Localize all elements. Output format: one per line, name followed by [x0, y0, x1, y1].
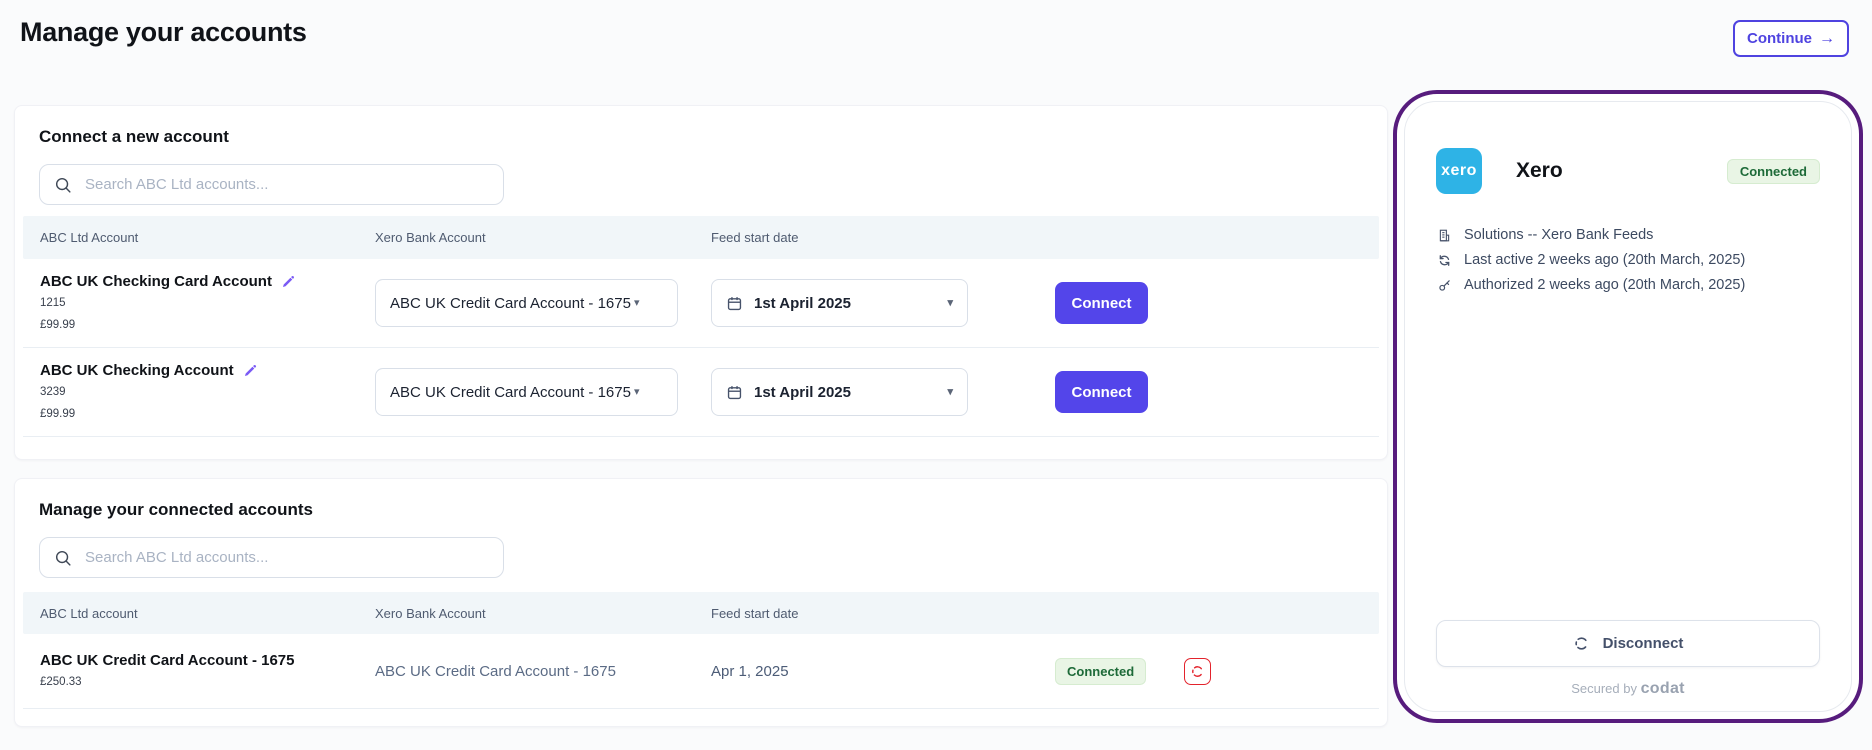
calendar-icon [726, 384, 743, 401]
status-badge: Connected [1055, 658, 1146, 685]
column-header: ABC Ltd account [40, 606, 375, 621]
continue-label: Continue [1747, 30, 1812, 47]
column-header: Feed start date [711, 606, 1047, 621]
integration-panel-highlight-ring: xero Xero Connected Solutio [1393, 90, 1863, 723]
manage-accounts-page: Manage your accounts Continue → Connect … [0, 0, 1872, 750]
building-icon [1437, 228, 1452, 243]
chevron-down-icon: ▾ [947, 298, 953, 309]
search-input[interactable] [83, 548, 489, 567]
detail-text: Last active 2 weeks ago (20th March, 202… [1464, 252, 1745, 269]
search-input[interactable] [83, 175, 489, 194]
feed-start-date-picker[interactable]: 1st April 2025 ▾ [711, 279, 968, 327]
connected-card-title: Manage your connected accounts [15, 479, 1387, 520]
account-name: ABC UK Credit Card Account - 1675 [40, 652, 295, 669]
continue-button[interactable]: Continue → [1733, 20, 1849, 57]
connected-accounts-card: Manage your connected accounts ABC Ltd a… [14, 478, 1388, 727]
codat-wordmark: codat [1641, 680, 1685, 697]
account-cell: ABC UK Credit Card Account - 1675 £250.3… [40, 652, 375, 690]
integration-details: Solutions -- Xero Bank Feeds Last active… [1436, 227, 1820, 294]
refresh-icon [1437, 253, 1452, 268]
edit-pencil-icon[interactable] [281, 275, 295, 289]
page-title: Manage your accounts [20, 17, 307, 48]
search-icon [54, 549, 72, 567]
detail-text: Authorized 2 weeks ago (20th March, 2025… [1464, 277, 1745, 294]
account-name: ABC UK Checking Account [40, 362, 234, 379]
selected-option: ABC UK Credit Card Account - 1675 [390, 384, 631, 401]
xero-logo: xero [1436, 148, 1482, 194]
feed-start-date: Apr 1, 2025 [711, 663, 1047, 680]
calendar-icon [726, 295, 743, 312]
disconnect-button[interactable]: Disconnect [1436, 620, 1820, 667]
disconnect-label: Disconnect [1603, 635, 1684, 652]
account-name: ABC UK Checking Card Account [40, 273, 272, 290]
xero-account-select[interactable]: ABC UK Credit Card Account - 1675 ▾ [375, 368, 678, 416]
feed-start-date-picker[interactable]: 1st April 2025 ▾ [711, 368, 968, 416]
column-header: Xero Bank Account [375, 606, 711, 621]
chevron-down-icon: ▾ [634, 298, 640, 309]
table-row: ABC UK Checking Account 3239 £99.99 ABC … [23, 348, 1379, 437]
selected-date: 1st April 2025 [754, 384, 851, 401]
selected-date: 1st April 2025 [754, 295, 851, 312]
integration-panel: xero Xero Connected Solutio [1404, 101, 1852, 712]
secured-by: Secured by codat [1436, 680, 1820, 698]
table-row: ABC UK Credit Card Account - 1675 £250.3… [23, 634, 1379, 709]
column-header: Xero Bank Account [375, 230, 711, 245]
account-cell: ABC UK Checking Card Account 1215 £99.99 [40, 273, 375, 332]
chevron-down-icon: ▾ [634, 387, 640, 398]
column-header: ABC Ltd Account [40, 230, 375, 245]
xero-account-name: ABC UK Credit Card Account - 1675 [375, 663, 711, 680]
search-box[interactable] [39, 537, 504, 578]
secured-by-label: Secured by [1571, 681, 1637, 696]
column-header: Feed start date [711, 230, 1047, 245]
key-icon [1437, 278, 1452, 293]
account-balance: £250.33 [40, 674, 375, 690]
status-badge: Connected [1727, 159, 1820, 184]
account-cell: ABC UK Checking Account 3239 £99.99 [40, 362, 375, 421]
broken-link-icon [1190, 664, 1205, 679]
selected-option: ABC UK Credit Card Account - 1675 [390, 295, 631, 312]
broken-link-icon [1573, 635, 1590, 652]
table-row: ABC UK Checking Card Account 1215 £99.99… [23, 259, 1379, 348]
account-number: 3239 [40, 384, 375, 400]
table-header: ABC Ltd Account Xero Bank Account Feed s… [23, 216, 1379, 259]
connect-new-account-card: Connect a new account ABC Ltd Account Xe… [14, 105, 1388, 460]
edit-pencil-icon[interactable] [243, 364, 257, 378]
xero-account-select[interactable]: ABC UK Credit Card Account - 1675 ▾ [375, 279, 678, 327]
search-box[interactable] [39, 164, 504, 205]
search-icon [54, 176, 72, 194]
chevron-down-icon: ▾ [947, 387, 953, 398]
account-balance: £99.99 [40, 406, 375, 422]
connect-card-title: Connect a new account [15, 106, 1387, 147]
disconnect-feed-button[interactable] [1184, 658, 1211, 685]
detail-row: Last active 2 weeks ago (20th March, 202… [1436, 252, 1820, 269]
account-number: 1215 [40, 295, 375, 311]
connect-button[interactable]: Connect [1055, 282, 1148, 324]
table-header: ABC Ltd account Xero Bank Account Feed s… [23, 592, 1379, 634]
integration-header: xero Xero Connected [1436, 148, 1820, 194]
account-balance: £99.99 [40, 317, 375, 333]
connect-button[interactable]: Connect [1055, 371, 1148, 413]
detail-text: Solutions -- Xero Bank Feeds [1464, 227, 1653, 244]
detail-row: Authorized 2 weeks ago (20th March, 2025… [1436, 277, 1820, 294]
integration-name: Xero [1516, 159, 1563, 183]
arrow-right-icon: → [1819, 30, 1835, 48]
detail-row: Solutions -- Xero Bank Feeds [1436, 227, 1820, 244]
